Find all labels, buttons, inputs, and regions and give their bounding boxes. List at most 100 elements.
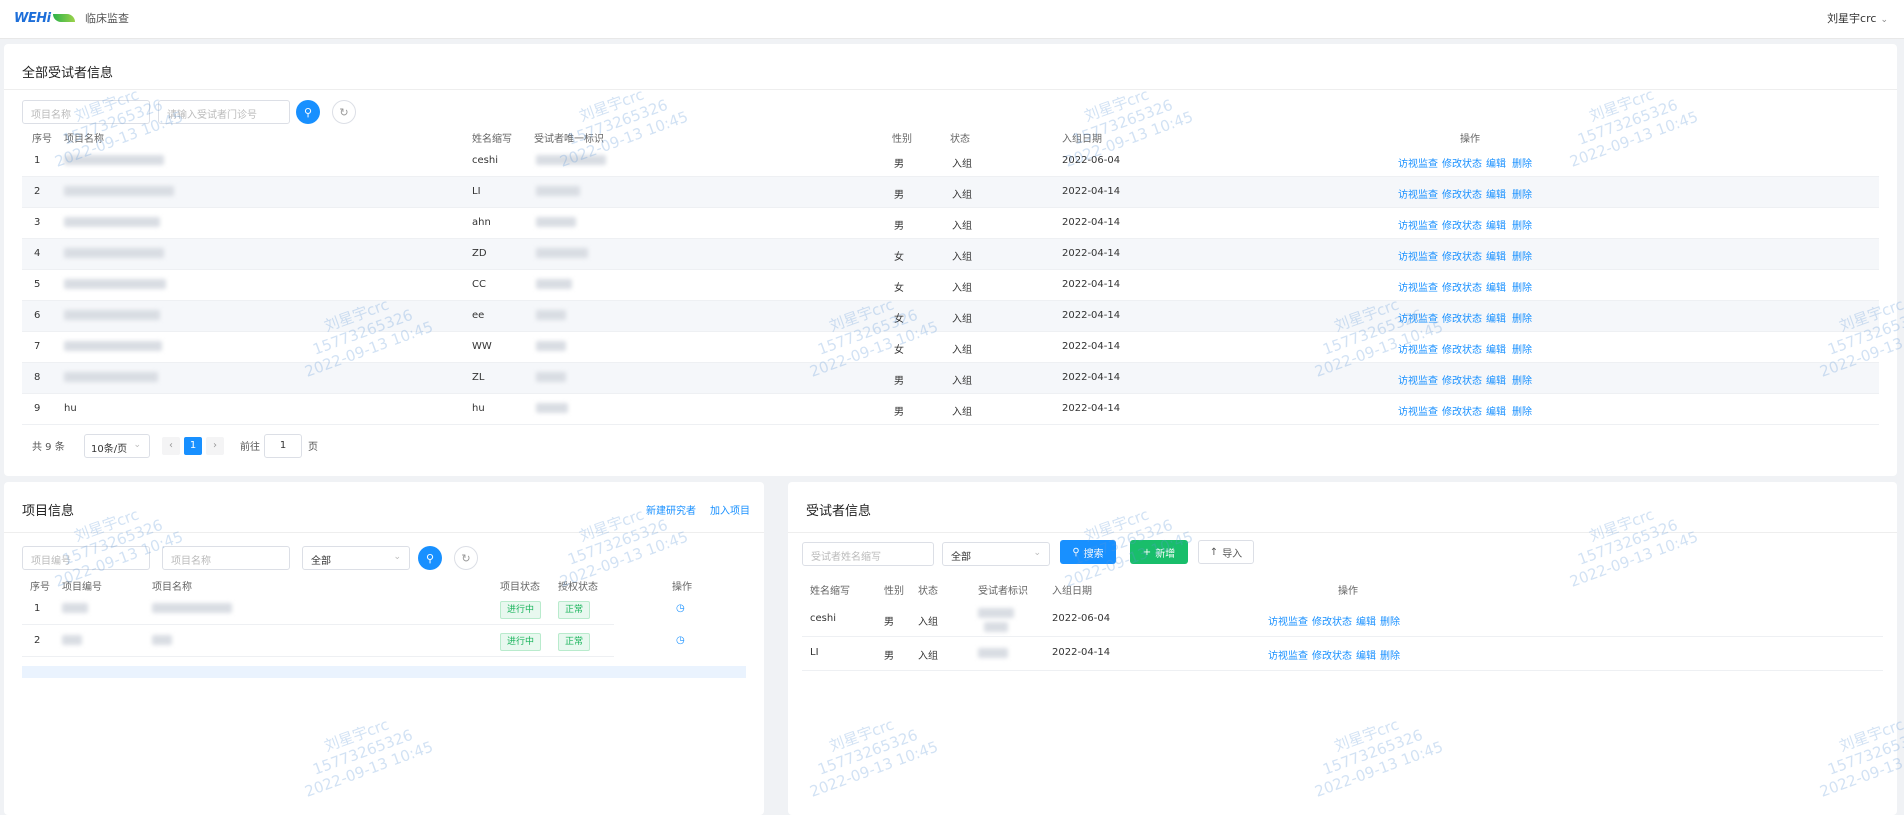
table-row[interactable]: 6 ee 女 入组 2022-04-14 访视监查 修改状态 编辑 删除 — [22, 301, 1879, 332]
app-logo[interactable]: WEHi — [14, 9, 75, 27]
cell-index: 5 — [34, 279, 41, 290]
table-row[interactable]: 8 ZL 男 入组 2022-04-14 访视监查 修改状态 编辑 删除 — [22, 363, 1879, 394]
prev-page-button[interactable]: ‹ — [162, 437, 180, 455]
visit-monitor-link[interactable]: 访视监查 — [1398, 186, 1438, 201]
view-icon[interactable]: ◷ — [676, 603, 685, 614]
table-row[interactable]: 7 WW 女 入组 2022-04-14 访视监查 修改状态 编辑 删除 — [22, 332, 1879, 363]
view-icon[interactable]: ◷ — [676, 635, 685, 646]
redacted-project-code — [62, 635, 82, 645]
project-name-input[interactable]: 项目名称 — [22, 100, 150, 124]
change-status-link[interactable]: 修改状态 — [1312, 647, 1352, 662]
edit-link[interactable]: 编辑 — [1486, 372, 1506, 387]
search-button[interactable]: ⚲ — [418, 546, 442, 570]
change-status-link[interactable]: 修改状态 — [1442, 155, 1482, 170]
table-row[interactable]: 1 ceshi 男 入组 2022-06-04 访视监查 修改状态 编辑 删除 — [22, 146, 1879, 177]
patient-id-input[interactable]: 请输入受试者门诊号 — [158, 100, 290, 124]
goto-page-input[interactable]: 1 — [264, 434, 302, 458]
visit-monitor-link[interactable]: 访视监查 — [1398, 248, 1438, 263]
change-status-link[interactable]: 修改状态 — [1442, 186, 1482, 201]
change-status-link[interactable]: 修改状态 — [1312, 613, 1352, 628]
cell-status: 入组 — [952, 283, 972, 294]
delete-link[interactable]: 删除 — [1512, 155, 1532, 170]
search-icon: ⚲ — [425, 551, 435, 565]
page-size-select[interactable]: 10条/页 ⌄ — [84, 434, 150, 458]
table-row[interactable]: 5 CC 女 入组 2022-04-14 访视监查 修改状态 编辑 删除 — [22, 270, 1879, 301]
table-row[interactable]: ceshi 男 入组 2022-06-04 访视监查 修改状态 编辑 删除 — [802, 604, 1883, 637]
edit-link[interactable]: 编辑 — [1356, 647, 1376, 662]
delete-link[interactable]: 删除 — [1512, 186, 1532, 201]
edit-link[interactable]: 编辑 — [1356, 613, 1376, 628]
cell-abbr: LI — [472, 186, 481, 197]
visit-monitor-link[interactable]: 访视监查 — [1398, 155, 1438, 170]
cell-status: 入组 — [952, 407, 972, 418]
delete-link[interactable]: 删除 — [1512, 403, 1532, 418]
subject-status-select[interactable]: 全部 ⌄ — [942, 542, 1050, 566]
all-subjects-card: 全部受试者信息 项目名称 请输入受试者门诊号 ⚲ ↻ 序号 项目名称 姓名缩写 … — [4, 44, 1897, 476]
table-row[interactable]: 2 LI 男 入组 2022-04-14 访视监查 修改状态 编辑 删除 — [22, 177, 1879, 208]
change-status-link[interactable]: 修改状态 — [1442, 217, 1482, 232]
change-status-link[interactable]: 修改状态 — [1442, 279, 1482, 294]
cell-index: 2 — [34, 635, 41, 646]
redacted-subject-id — [536, 341, 566, 351]
visit-monitor-link[interactable]: 访视监查 — [1398, 372, 1438, 387]
visit-monitor-link[interactable]: 访视监查 — [1268, 647, 1308, 662]
new-researcher-link[interactable]: 新建研究者 — [646, 502, 696, 517]
delete-link[interactable]: 删除 — [1512, 372, 1532, 387]
edit-link[interactable]: 编辑 — [1486, 310, 1506, 325]
change-status-link[interactable]: 修改状态 — [1442, 372, 1482, 387]
edit-link[interactable]: 编辑 — [1486, 279, 1506, 294]
edit-link[interactable]: 编辑 — [1486, 155, 1506, 170]
table-row[interactable]: 9 hu hu 男 入组 2022-04-14 访视监查 修改状态 编辑 删除 — [22, 394, 1879, 425]
table-row[interactable]: 2 进行中 正常 ◷ — [22, 626, 685, 657]
change-status-link[interactable]: 修改状态 — [1442, 310, 1482, 325]
delete-link[interactable]: 删除 — [1512, 310, 1532, 325]
table-row[interactable]: LI 男 入组 2022-04-14 访视监查 修改状态 编辑 删除 — [802, 638, 1883, 671]
delete-link[interactable]: 删除 — [1512, 341, 1532, 356]
redacted-project-name — [64, 372, 158, 382]
visit-monitor-link[interactable]: 访视监查 — [1398, 217, 1438, 232]
table-row-selected[interactable] — [22, 666, 746, 678]
redacted-project-name — [64, 341, 162, 351]
edit-link[interactable]: 编辑 — [1486, 341, 1506, 356]
delete-link[interactable]: 删除 — [1512, 248, 1532, 263]
visit-monitor-link[interactable]: 访视监查 — [1268, 613, 1308, 628]
visit-monitor-link[interactable]: 访视监查 — [1398, 403, 1438, 418]
user-menu[interactable]: 刘星宇crc ⌄ — [1827, 10, 1888, 26]
project-status-tag: 进行中 — [500, 601, 542, 619]
visit-monitor-link[interactable]: 访视监查 — [1398, 279, 1438, 294]
cell-gender: 男 — [894, 407, 904, 418]
delete-link[interactable]: 删除 — [1512, 217, 1532, 232]
cell-date: 2022-04-14 — [1062, 341, 1121, 352]
redacted-subject-id — [978, 608, 1014, 618]
change-status-link[interactable]: 修改状态 — [1442, 403, 1482, 418]
reset-button[interactable]: ↻ — [332, 100, 356, 124]
change-status-link[interactable]: 修改状态 — [1442, 341, 1482, 356]
table-row[interactable]: 3 ahn 男 入组 2022-04-14 访视监查 修改状态 编辑 删除 — [22, 208, 1879, 239]
project-code-input[interactable]: 项目编号 — [22, 546, 150, 570]
table-row[interactable]: 1 进行中 正常 ◷ — [22, 594, 685, 625]
edit-link[interactable]: 编辑 — [1486, 217, 1506, 232]
edit-link[interactable]: 编辑 — [1486, 403, 1506, 418]
project-status-select[interactable]: 全部 ⌄ — [302, 546, 410, 570]
delete-link[interactable]: 删除 — [1380, 613, 1400, 628]
upload-icon: ↑ — [1209, 546, 1219, 558]
delete-link[interactable]: 删除 — [1512, 279, 1532, 294]
change-status-link[interactable]: 修改状态 — [1442, 248, 1482, 263]
search-button[interactable]: ⚲ — [296, 100, 320, 124]
reset-button[interactable]: ↻ — [454, 546, 478, 570]
next-page-button[interactable]: › — [206, 437, 224, 455]
subject-abbr-input[interactable]: 受试者姓名缩写 — [802, 542, 934, 566]
visit-monitor-link[interactable]: 访视监查 — [1398, 341, 1438, 356]
add-subject-button[interactable]: + 新增 — [1130, 540, 1188, 564]
project-name-input[interactable]: 项目名称 — [162, 546, 290, 570]
edit-link[interactable]: 编辑 — [1486, 248, 1506, 263]
visit-monitor-link[interactable]: 访视监查 — [1398, 310, 1438, 325]
import-button[interactable]: ↑ 导入 — [1198, 540, 1254, 564]
redacted-subject-id — [536, 310, 566, 320]
search-button[interactable]: ⚲ 搜索 — [1060, 540, 1116, 564]
delete-link[interactable]: 删除 — [1380, 647, 1400, 662]
edit-link[interactable]: 编辑 — [1486, 186, 1506, 201]
page-1-button[interactable]: 1 — [184, 437, 202, 455]
table-row[interactable]: 4 ZD 女 入组 2022-04-14 访视监查 修改状态 编辑 删除 — [22, 239, 1879, 270]
join-project-link[interactable]: 加入项目 — [710, 502, 750, 517]
